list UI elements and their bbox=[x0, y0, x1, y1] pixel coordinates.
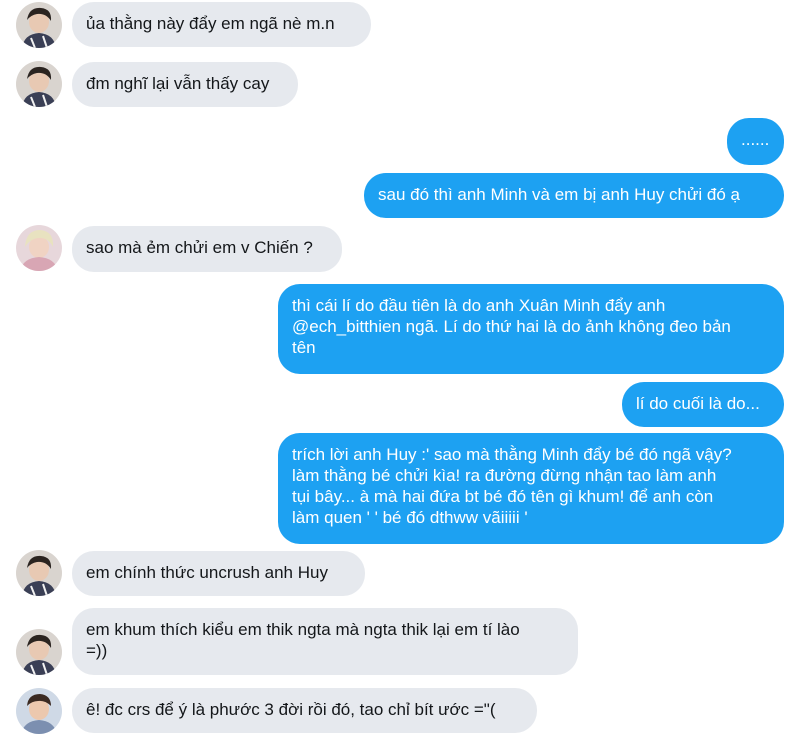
incoming-message[interactable]: em khum thích kiểu em thik ngta mà ngta … bbox=[72, 608, 578, 675]
sender-avatar[interactable] bbox=[16, 550, 62, 596]
incoming-message[interactable]: sao mà ẻm chửi em v Chiến ? bbox=[72, 226, 342, 272]
sender-avatar[interactable] bbox=[16, 629, 62, 675]
outgoing-message[interactable]: trích lời anh Huy :' sao mà thằng Minh đ… bbox=[278, 433, 784, 544]
incoming-message[interactable]: em chính thức uncrush anh Huy bbox=[72, 551, 365, 596]
incoming-message[interactable]: ủa thằng này đẩy em ngã nè m.n bbox=[72, 2, 371, 47]
sender-avatar[interactable] bbox=[16, 2, 62, 48]
dark-hair-avatar-icon bbox=[16, 61, 62, 107]
outgoing-message[interactable]: thì cái lí do đầu tiên là do anh Xuân Mi… bbox=[278, 284, 784, 374]
incoming-message[interactable]: đm nghĩ lại vẫn thấy cay bbox=[72, 62, 298, 107]
dark-hair-avatar-icon bbox=[16, 2, 62, 48]
boy-avatar-icon bbox=[16, 688, 62, 734]
dark-hair-avatar-icon bbox=[16, 550, 62, 596]
sender-avatar[interactable] bbox=[16, 688, 62, 734]
blonde-hair-avatar-icon bbox=[16, 225, 62, 271]
dark-hair-avatar-icon bbox=[16, 629, 62, 675]
sender-avatar[interactable] bbox=[16, 225, 62, 271]
outgoing-message[interactable]: lí do cuối là do... bbox=[622, 382, 784, 427]
outgoing-message[interactable]: sau đó thì anh Minh và em bị anh Huy chử… bbox=[364, 173, 784, 218]
outgoing-message[interactable]: ...... bbox=[727, 118, 784, 165]
sender-avatar[interactable] bbox=[16, 61, 62, 107]
incoming-message[interactable]: ê! đc crs để ý là phước 3 đời rồi đó, ta… bbox=[72, 688, 537, 733]
